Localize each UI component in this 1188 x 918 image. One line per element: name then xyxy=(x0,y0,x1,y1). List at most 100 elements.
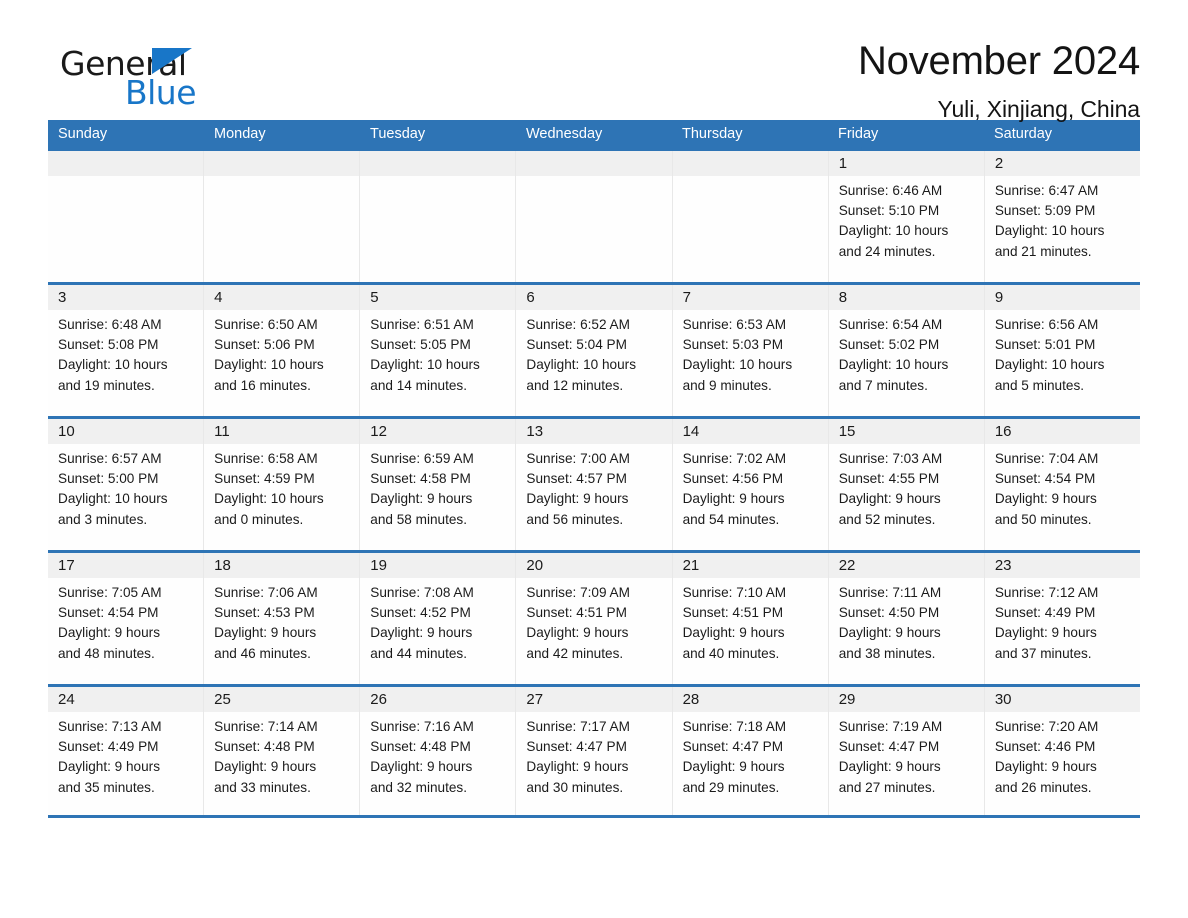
calendar-day-cell[interactable]: 27 Sunrise: 7:17 AM Sunset: 4:47 PM Dayligh… xyxy=(516,687,673,815)
sunset-text: Sunset: 5:04 PM xyxy=(526,337,627,353)
calendar-day-cell[interactable]: 25 Sunrise: 7:14 AM Sunset: 4:48 PM Dayligh… xyxy=(204,687,361,815)
sunrise-text: Sunrise: 6:59 AM xyxy=(370,451,474,466)
sunrise-text: Sunrise: 7:06 AM xyxy=(214,585,318,600)
calendar-day-cell[interactable]: 11 Sunrise: 6:58 AM Sunset: 4:59 PM Dayligh… xyxy=(204,419,361,550)
sunrise-text: Sunrise: 6:48 AM xyxy=(58,317,162,332)
day-number-band: 19 xyxy=(360,553,516,578)
daylight-text-line2: and 5 minutes. xyxy=(994,377,1085,393)
calendar-day-cell[interactable]: 10 Sunrise: 6:57 AM Sunset: 5:00 PM Dayligh… xyxy=(48,419,205,550)
sunset-text: Sunset: 4:54 PM xyxy=(58,605,159,621)
calendar-day-cell[interactable]: 26 Sunrise: 7:16 AM Sunset: 4:48 PM Dayligh… xyxy=(360,687,517,815)
calendar-week-row: 17 Sunrise: 7:05 AM Sunset: 4:54 PM Dayligh… xyxy=(48,550,1140,684)
sunset-text: Sunset: 4:55 PM xyxy=(838,471,940,487)
day-number-band: 11 xyxy=(204,419,360,444)
calendar-day-cell[interactable]: 8 Sunrise: 6:54 AM Sunset: 5:02 PM Daylight… xyxy=(828,285,985,416)
calendar-day-cell[interactable]: 19 Sunrise: 7:08 AM Sunset: 4:52 PM Dayligh… xyxy=(360,553,517,684)
daylight-text-line1: Daylight: 9 hours xyxy=(214,625,317,641)
sunrise-text: Sunrise: 7:18 AM xyxy=(682,719,787,734)
day-number: 13 xyxy=(526,423,544,440)
calendar-day-cell-empty xyxy=(360,151,517,282)
calendar-day-cell[interactable]: 2 Sunrise: 6:47 AM Sunset: 5:09 PM Daylight… xyxy=(984,151,1140,282)
day-number-band: 5 xyxy=(360,285,516,310)
calendar-day-cell[interactable]: 29 Sunrise: 7:19 AM Sunset: 4:47 PM Dayligh… xyxy=(828,687,985,815)
calendar-day-cell[interactable]: 22 Sunrise: 7:11 AM Sunset: 4:50 PM Dayligh… xyxy=(828,553,985,684)
daylight-text-line2: and 42 minutes. xyxy=(526,645,624,661)
day-number-band: 2 xyxy=(984,151,1140,176)
day-info: Sunrise: 6:51 AM Sunset: 5:05 PM Daylight:… xyxy=(360,310,515,396)
day-number: 24 xyxy=(58,691,75,708)
daylight-text-line2: and 16 minutes. xyxy=(214,377,311,393)
calendar-day-cell[interactable]: 18 Sunrise: 7:06 AM Sunset: 4:53 PM Dayligh… xyxy=(204,553,361,684)
day-info: Sunrise: 7:14 AM Sunset: 4:48 PM Daylight:… xyxy=(204,712,359,798)
day-number-band: 21 xyxy=(672,553,828,578)
calendar-day-cell-empty xyxy=(516,151,673,282)
day-info: Sunrise: 7:09 AM Sunset: 4:51 PM Daylight:… xyxy=(516,578,671,664)
daylight-text-line2: and 52 minutes. xyxy=(838,511,936,527)
calendar-day-cell[interactable]: 4 Sunrise: 6:50 AM Sunset: 5:06 PM Daylight… xyxy=(204,285,361,416)
calendar-day-cell[interactable]: 15 Sunrise: 7:03 AM Sunset: 4:55 PM Dayligh… xyxy=(828,419,985,550)
day-info: Sunrise: 6:48 AM Sunset: 5:08 PM Daylight:… xyxy=(48,310,203,396)
calendar-day-cell[interactable]: 30 Sunrise: 7:20 AM Sunset: 4:46 PM Dayligh… xyxy=(984,687,1140,815)
calendar-day-cell[interactable]: 3 Sunrise: 6:48 AM Sunset: 5:08 PM Daylight… xyxy=(48,285,205,416)
sunrise-text: Sunrise: 7:19 AM xyxy=(838,719,943,734)
daylight-text-line2: and 40 minutes. xyxy=(682,645,780,661)
calendar-day-cell[interactable]: 24 Sunrise: 7:13 AM Sunset: 4:49 PM Dayligh… xyxy=(48,687,205,815)
sunset-text: Sunset: 4:46 PM xyxy=(994,739,1096,755)
daylight-text-line1: Daylight: 10 hours xyxy=(994,223,1105,239)
calendar-day-cell[interactable]: 23 Sunrise: 7:12 AM Sunset: 4:49 PM Dayligh… xyxy=(984,553,1140,684)
daylight-text-line1: Daylight: 10 hours xyxy=(838,223,949,239)
day-number: 11 xyxy=(214,423,230,440)
sunset-text: Sunset: 4:47 PM xyxy=(838,739,940,755)
day-info: Sunrise: 7:18 AM Sunset: 4:47 PM Daylight:… xyxy=(673,712,828,798)
calendar-day-cell[interactable]: 9 Sunrise: 6:56 AM Sunset: 5:01 PM Daylight… xyxy=(984,285,1140,416)
day-number: 21 xyxy=(682,557,700,574)
sunrise-text: Sunrise: 7:05 AM xyxy=(58,585,162,600)
sunset-text: Sunset: 4:47 PM xyxy=(682,739,784,755)
day-info: Sunrise: 7:10 AM Sunset: 4:51 PM Daylight:… xyxy=(673,578,828,664)
day-number-band: 29 xyxy=(828,687,984,712)
daylight-text-line2: and 38 minutes. xyxy=(838,645,936,661)
calendar-day-cell[interactable]: 16 Sunrise: 7:04 AM Sunset: 4:54 PM Dayligh… xyxy=(984,419,1140,550)
general-blue-logo: General Blue xyxy=(48,38,308,112)
sunrise-text: Sunrise: 7:12 AM xyxy=(994,585,1099,600)
daylight-text-line2: and 48 minutes. xyxy=(58,645,155,661)
daylight-text-line1: Daylight: 9 hours xyxy=(58,625,161,641)
calendar-day-cell[interactable]: 5 Sunrise: 6:51 AM Sunset: 5:05 PM Daylight… xyxy=(360,285,517,416)
day-number: 26 xyxy=(370,691,387,708)
calendar-week-row: 24 Sunrise: 7:13 AM Sunset: 4:49 PM Dayligh… xyxy=(48,684,1140,818)
calendar-day-cell[interactable]: 21 Sunrise: 7:10 AM Sunset: 4:51 PM Dayligh… xyxy=(672,553,829,684)
calendar-day-cell[interactable]: 1 Sunrise: 6:46 AM Sunset: 5:10 PM Daylight… xyxy=(828,151,985,282)
calendar-day-cell[interactable]: 12 Sunrise: 6:59 AM Sunset: 4:58 PM Dayligh… xyxy=(360,419,517,550)
daylight-text-line2: and 35 minutes. xyxy=(58,779,155,795)
calendar-day-cell[interactable]: 28 Sunrise: 7:18 AM Sunset: 4:47 PM Dayligh… xyxy=(672,687,829,815)
daylight-text-line1: Daylight: 9 hours xyxy=(994,759,1097,775)
sunset-text: Sunset: 4:53 PM xyxy=(214,605,315,621)
sunrise-text: Sunrise: 7:09 AM xyxy=(526,585,630,600)
day-number: 16 xyxy=(994,423,1012,440)
calendar-day-cell[interactable]: 14 Sunrise: 7:02 AM Sunset: 4:56 PM Dayligh… xyxy=(672,419,829,550)
calendar-day-cell[interactable]: 13 Sunrise: 7:00 AM Sunset: 4:57 PM Dayligh… xyxy=(516,419,673,550)
day-number-band: 13 xyxy=(516,419,672,444)
day-info: Sunrise: 7:04 AM Sunset: 4:54 PM Daylight:… xyxy=(985,444,1140,530)
daylight-text-line2: and 0 minutes. xyxy=(214,511,304,527)
daylight-text-line2: and 56 minutes. xyxy=(526,511,624,527)
calendar-day-cell[interactable]: 20 Sunrise: 7:09 AM Sunset: 4:51 PM Dayligh… xyxy=(516,553,673,684)
day-number-band: 4 xyxy=(204,285,360,310)
calendar-day-cell-empty xyxy=(48,151,205,282)
day-number: 30 xyxy=(994,691,1012,708)
calendar-day-cell[interactable]: 7 Sunrise: 6:53 AM Sunset: 5:03 PM Daylight… xyxy=(672,285,829,416)
sunrise-text: Sunrise: 6:52 AM xyxy=(526,317,630,332)
day-info: Sunrise: 6:56 AM Sunset: 5:01 PM Daylight:… xyxy=(985,310,1140,396)
calendar-day-cell[interactable]: 6 Sunrise: 6:52 AM Sunset: 5:04 PM Daylight… xyxy=(516,285,673,416)
sunrise-text: Sunrise: 6:46 AM xyxy=(838,183,943,198)
sunrise-text: Sunrise: 7:10 AM xyxy=(682,585,787,600)
daylight-text-line1: Daylight: 9 hours xyxy=(58,759,161,775)
daylight-text-line1: Daylight: 9 hours xyxy=(838,759,941,775)
title-block: November 2024 Yuli, Xinjiang, China xyxy=(858,38,1140,123)
weekday-header-monday: Monday xyxy=(214,126,266,142)
sunset-text: Sunset: 4:56 PM xyxy=(682,471,784,487)
calendar-grid: Sunday Monday Tuesday Wednesday Thursday… xyxy=(48,120,1140,818)
day-number-band xyxy=(204,151,360,176)
day-number-band: 25 xyxy=(204,687,360,712)
calendar-day-cell[interactable]: 17 Sunrise: 7:05 AM Sunset: 4:54 PM Dayligh… xyxy=(48,553,205,684)
